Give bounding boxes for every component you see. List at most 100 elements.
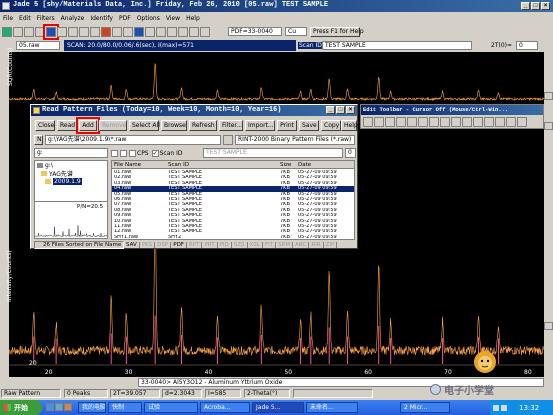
- stripe-icon[interactable]: [506, 117, 516, 127]
- save-button[interactable]: Save: [299, 120, 319, 131]
- col-file-name[interactable]: File Name: [114, 161, 141, 169]
- zoom-icon[interactable]: [90, 27, 100, 37]
- edit-toolbar-title-bar[interactable]: Edit Toolbar - Cursor Off (Mouse/Ctrl-Wi…: [361, 105, 543, 115]
- back-icon[interactable]: [13, 27, 23, 37]
- check-b[interactable]: [120, 149, 127, 157]
- add-button[interactable]: Add: [76, 117, 100, 134]
- tray-network-icon[interactable]: [493, 404, 499, 411]
- quick-launch-media-icon[interactable]: [64, 403, 72, 411]
- menu-analyze[interactable]: Analyze: [58, 15, 88, 22]
- overlay-icon[interactable]: [178, 27, 188, 37]
- browse-button[interactable]: Browse: [161, 120, 187, 131]
- peak-icon[interactable]: [112, 27, 122, 37]
- task-jade[interactable]: Jade 5...: [252, 402, 304, 413]
- dialog-spin-field[interactable]: 0: [345, 148, 356, 158]
- app-title-bar[interactable]: Jade 5 [shy/Materials Data, Inc.] Friday…: [0, 0, 553, 12]
- menu-view[interactable]: View: [163, 15, 183, 22]
- col-scan-id[interactable]: Scan ID: [168, 161, 189, 169]
- dialog-scan-id-field[interactable]: TEST SAMPLE: [203, 148, 343, 158]
- label-icon[interactable]: [440, 117, 450, 127]
- stop-icon[interactable]: [101, 27, 111, 37]
- task-copy[interactable]: 快制: [108, 402, 142, 413]
- menu-edit[interactable]: Edit: [16, 15, 34, 22]
- zoom-out-icon[interactable]: [544, 322, 553, 330]
- background-icon[interactable]: [407, 117, 417, 127]
- task-untitled[interactable]: 未命名...: [306, 402, 358, 413]
- minimize-button[interactable]: _: [521, 2, 530, 10]
- task-acrobat[interactable]: Acroba...: [200, 402, 250, 413]
- check-a[interactable]: [111, 149, 118, 157]
- format-tab-abc[interactable]: ABC: [293, 242, 310, 248]
- menu-options[interactable]: Options: [134, 15, 163, 22]
- integrate-icon[interactable]: [484, 117, 494, 127]
- dialog-title-bar[interactable]: Read Pattern Files (Today=10, Week=10, M…: [31, 105, 357, 116]
- format-tab-pid[interactable]: PID: [218, 242, 232, 248]
- range-icon[interactable]: [451, 117, 461, 127]
- menu-filters[interactable]: Filters: [34, 15, 58, 22]
- pdf-card-combo[interactable]: PDF=33-0040: [228, 27, 282, 36]
- cps-checkbox[interactable]: [129, 149, 136, 157]
- two-theta-field[interactable]: 0: [516, 41, 538, 50]
- ruler-icon[interactable]: [145, 27, 155, 37]
- filter-button[interactable]: Filter...: [219, 120, 243, 131]
- peak-add-icon[interactable]: [385, 117, 395, 127]
- menu-help[interactable]: Help: [183, 15, 203, 22]
- format-tab-pdf[interactable]: PDF: [171, 242, 187, 248]
- eraser-icon[interactable]: [462, 117, 472, 127]
- task-test[interactable]: 试验: [144, 402, 198, 413]
- start-button[interactable]: 开始: [0, 400, 42, 415]
- help-icon[interactable]: [2, 27, 12, 37]
- scroll-up-icon[interactable]: [544, 92, 553, 100]
- close-button[interactable]: ×: [541, 2, 550, 10]
- edit-toolbar[interactable]: Edit Toolbar - Cursor Off (Mouse/Ctrl-Wi…: [360, 104, 544, 129]
- filter-icon[interactable]: [123, 27, 133, 37]
- zoom-in-icon[interactable]: [544, 122, 553, 130]
- folder-current[interactable]: 2009.1.9: [35, 177, 107, 185]
- import-button[interactable]: Import...: [245, 120, 275, 131]
- select-all-button[interactable]: Select All: [129, 120, 160, 131]
- open-file-icon[interactable]: [43, 24, 59, 40]
- dialog-maximize-button[interactable]: □: [336, 106, 345, 114]
- close-dialog-button[interactable]: Close: [35, 120, 55, 131]
- format-tab-xsl[interactable]: XSL: [248, 242, 263, 248]
- help-button[interactable]: Help: [341, 120, 358, 131]
- print-button[interactable]: Print: [277, 120, 297, 131]
- format-tab-rir[interactable]: RIR: [309, 242, 324, 248]
- profile-icon[interactable]: [495, 117, 505, 127]
- refresh-button[interactable]: Refresh: [189, 120, 217, 131]
- element-combo[interactable]: Cu: [285, 27, 307, 36]
- format-tab-fit[interactable]: FIT: [263, 242, 277, 248]
- task-my-computer[interactable]: 我的电脑: [78, 402, 106, 413]
- menu-pdf[interactable]: PDF: [116, 15, 134, 22]
- format-tab-sav[interactable]: SAV: [124, 242, 140, 248]
- export-icon[interactable]: [189, 27, 199, 37]
- grid-icon[interactable]: [79, 27, 89, 37]
- format-tab-srm[interactable]: SRM: [276, 242, 294, 248]
- format-tab-szs[interactable]: SZS: [232, 242, 248, 248]
- print-icon[interactable]: [35, 27, 45, 37]
- settings-icon[interactable]: [200, 27, 210, 37]
- play-icon[interactable]: [57, 27, 67, 37]
- marker-icon[interactable]: [429, 117, 439, 127]
- folder-yag[interactable]: YAG先谱: [35, 169, 107, 178]
- menu-identify[interactable]: Identify: [87, 15, 116, 22]
- pdf-search-icon[interactable]: [134, 27, 144, 37]
- save-icon[interactable]: [24, 27, 34, 37]
- file-row[interactable]: SHY1.raw SHY2 7KB 05-27-09 09:59: [112, 235, 354, 239]
- dialog-minimize-button[interactable]: _: [326, 106, 335, 114]
- file-type-combo[interactable]: RINT-2000 Binary Pattern Files (*.raw): [235, 135, 355, 145]
- copy-button[interactable]: Copy: [321, 120, 341, 131]
- format-tab-dsp[interactable]: DSP: [155, 242, 172, 248]
- fit-icon[interactable]: [418, 117, 428, 127]
- quick-launch-ie-icon[interactable]: [46, 403, 54, 411]
- format-tab-zip[interactable]: ZIP: [324, 242, 338, 248]
- scan-id-field[interactable]: TEST SAMPLE: [322, 41, 472, 50]
- overview-plot[interactable]: SQR(Counts): [7, 48, 544, 102]
- path-field[interactable]: g:\YAG先谱\2009.1.9\*.raw: [45, 135, 221, 145]
- read-pattern-dialog[interactable]: Read Pattern Files (Today=10, Week=10, M…: [30, 104, 358, 249]
- file-list[interactable]: File Name Scan ID Size Date 01.raw TEST S…: [111, 160, 355, 240]
- chart-icon[interactable]: [68, 27, 78, 37]
- remove-button[interactable]: Remove: [99, 120, 127, 131]
- col-size[interactable]: Size: [280, 161, 291, 169]
- read-button[interactable]: Read: [57, 120, 77, 131]
